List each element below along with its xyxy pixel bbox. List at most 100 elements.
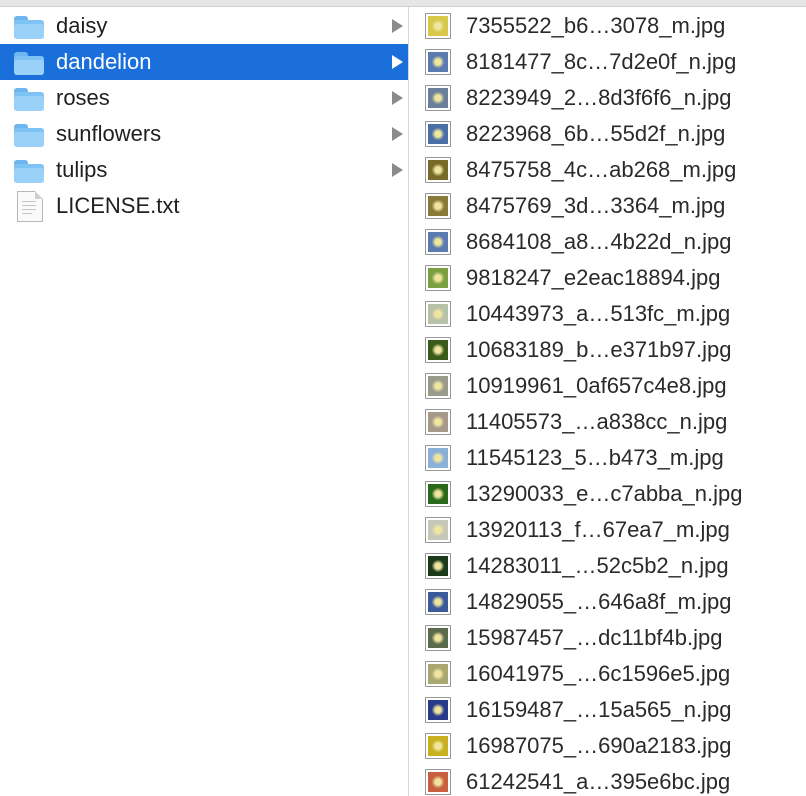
image-thumbnail-icon xyxy=(425,517,451,543)
file-name: 7355522_b6…3078_m.jpg xyxy=(466,13,726,38)
file-row[interactable]: 8684108_a8…4b22d_n.jpg xyxy=(409,224,806,260)
folder-label: roses xyxy=(56,85,110,110)
file-name: 16159487_…15a565_n.jpg xyxy=(466,697,732,722)
thumbnail-image xyxy=(428,628,448,648)
thumbnail-image xyxy=(428,88,448,108)
thumbnail-image xyxy=(428,736,448,756)
file-row[interactable]: 9818247_e2eac18894.jpg xyxy=(409,260,806,296)
window-top-edge xyxy=(0,0,806,7)
chevron-right-icon xyxy=(392,91,403,105)
image-thumbnail-icon xyxy=(425,301,451,327)
file-row[interactable]: 16159487_…15a565_n.jpg xyxy=(409,692,806,728)
file-name: 11405573_…a838cc_n.jpg xyxy=(466,409,728,434)
thumbnail-image xyxy=(428,340,448,360)
folder-icon xyxy=(14,160,44,183)
file-row[interactable]: 15987457_…dc11bf4b.jpg xyxy=(409,620,806,656)
chevron-right-icon xyxy=(392,163,403,177)
thumbnail-image xyxy=(428,556,448,576)
folder-icon xyxy=(14,124,44,147)
parent-column[interactable]: daisy dandelion roses sunflowers tulips … xyxy=(0,7,408,796)
file-name: 14829055_…646a8f_m.jpg xyxy=(466,589,732,614)
file-row[interactable]: 8475769_3d…3364_m.jpg xyxy=(409,188,806,224)
files-column[interactable]: 7355522_b6…3078_m.jpg 8181477_8c…7d2e0f_n… xyxy=(409,7,806,796)
file-row[interactable]: 8475758_4c…ab268_m.jpg xyxy=(409,152,806,188)
image-thumbnail-icon xyxy=(425,13,451,39)
file-name: 8181477_8c…7d2e0f_n.jpg xyxy=(466,49,737,74)
image-thumbnail-icon xyxy=(425,121,451,147)
file-row[interactable]: 8181477_8c…7d2e0f_n.jpg xyxy=(409,44,806,80)
file-row[interactable]: 11545123_5…b473_m.jpg xyxy=(409,440,806,476)
thumbnail-image xyxy=(428,124,448,144)
file-row[interactable]: 61242541_a…395e6bc.jpg xyxy=(409,764,806,796)
thumbnail-image xyxy=(428,304,448,324)
file-name: 8223949_2…8d3f6f6_n.jpg xyxy=(466,85,732,110)
file-label: LICENSE.txt xyxy=(56,193,180,218)
image-thumbnail-icon xyxy=(425,445,451,471)
file-name: 13290033_e…c7abba_n.jpg xyxy=(466,481,743,506)
file-name: 16041975_…6c1596e5.jpg xyxy=(466,661,731,686)
folder-row-daisy[interactable]: daisy xyxy=(0,8,408,44)
folder-row-dandelion[interactable]: dandelion xyxy=(0,44,408,80)
thumbnail-image xyxy=(428,160,448,180)
image-thumbnail-icon xyxy=(425,733,451,759)
file-name: 16987075_…690a2183.jpg xyxy=(466,733,732,758)
file-name: 14283011_…52c5b2_n.jpg xyxy=(466,553,729,578)
image-thumbnail-icon xyxy=(425,265,451,291)
file-row[interactable]: 8223968_6b…55d2f_n.jpg xyxy=(409,116,806,152)
folder-icon xyxy=(14,16,44,39)
chevron-right-icon xyxy=(392,127,403,141)
folder-row-roses[interactable]: roses xyxy=(0,80,408,116)
file-name: 8475758_4c…ab268_m.jpg xyxy=(466,157,737,182)
thumbnail-image xyxy=(428,52,448,72)
file-row-license[interactable]: LICENSE.txt xyxy=(0,188,408,224)
image-thumbnail-icon xyxy=(425,49,451,75)
thumbnail-image xyxy=(428,196,448,216)
file-row[interactable]: 11405573_…a838cc_n.jpg xyxy=(409,404,806,440)
file-name: 15987457_…dc11bf4b.jpg xyxy=(466,625,723,650)
thumbnail-image xyxy=(428,448,448,468)
file-name: 61242541_a…395e6bc.jpg xyxy=(466,769,731,794)
file-name: 8475769_3d…3364_m.jpg xyxy=(466,193,726,218)
image-thumbnail-icon xyxy=(425,337,451,363)
image-thumbnail-icon xyxy=(425,373,451,399)
file-row[interactable]: 10683189_b…e371b97.jpg xyxy=(409,332,806,368)
thumbnail-image xyxy=(428,376,448,396)
thumbnail-image xyxy=(428,268,448,288)
file-row[interactable]: 14283011_…52c5b2_n.jpg xyxy=(409,548,806,584)
thumbnail-image xyxy=(428,16,448,36)
file-row[interactable]: 10919961_0af657c4e8.jpg xyxy=(409,368,806,404)
image-thumbnail-icon xyxy=(425,157,451,183)
image-thumbnail-icon xyxy=(425,589,451,615)
folder-icon xyxy=(14,88,44,111)
thumbnail-image xyxy=(428,520,448,540)
thumbnail-image xyxy=(428,232,448,252)
file-row[interactable]: 16041975_…6c1596e5.jpg xyxy=(409,656,806,692)
file-name: 13920113_f…67ea7_m.jpg xyxy=(466,517,730,542)
file-row[interactable]: 14829055_…646a8f_m.jpg xyxy=(409,584,806,620)
file-row[interactable]: 16987075_…690a2183.jpg xyxy=(409,728,806,764)
file-row[interactable]: 13290033_e…c7abba_n.jpg xyxy=(409,476,806,512)
image-thumbnail-icon xyxy=(425,409,451,435)
folder-label: sunflowers xyxy=(56,121,162,146)
file-name: 8684108_a8…4b22d_n.jpg xyxy=(466,229,732,254)
image-thumbnail-icon xyxy=(425,85,451,111)
image-thumbnail-icon xyxy=(425,697,451,723)
file-row[interactable]: 8223949_2…8d3f6f6_n.jpg xyxy=(409,80,806,116)
folder-row-tulips[interactable]: tulips xyxy=(0,152,408,188)
folder-label: tulips xyxy=(56,157,108,182)
file-row[interactable]: 7355522_b6…3078_m.jpg xyxy=(409,8,806,44)
image-thumbnail-icon xyxy=(425,553,451,579)
file-row[interactable]: 13920113_f…67ea7_m.jpg xyxy=(409,512,806,548)
file-name: 11545123_5…b473_m.jpg xyxy=(466,445,724,470)
thumbnail-image xyxy=(428,412,448,432)
thumbnail-image xyxy=(428,772,448,792)
thumbnail-image xyxy=(428,592,448,612)
file-row[interactable]: 10443973_a…513fc_m.jpg xyxy=(409,296,806,332)
document-icon xyxy=(17,191,43,222)
thumbnail-image xyxy=(428,700,448,720)
file-name: 10683189_b…e371b97.jpg xyxy=(466,337,732,362)
image-thumbnail-icon xyxy=(425,661,451,687)
folder-label: daisy xyxy=(56,13,108,38)
folder-icon xyxy=(14,52,44,75)
folder-row-sunflowers[interactable]: sunflowers xyxy=(0,116,408,152)
